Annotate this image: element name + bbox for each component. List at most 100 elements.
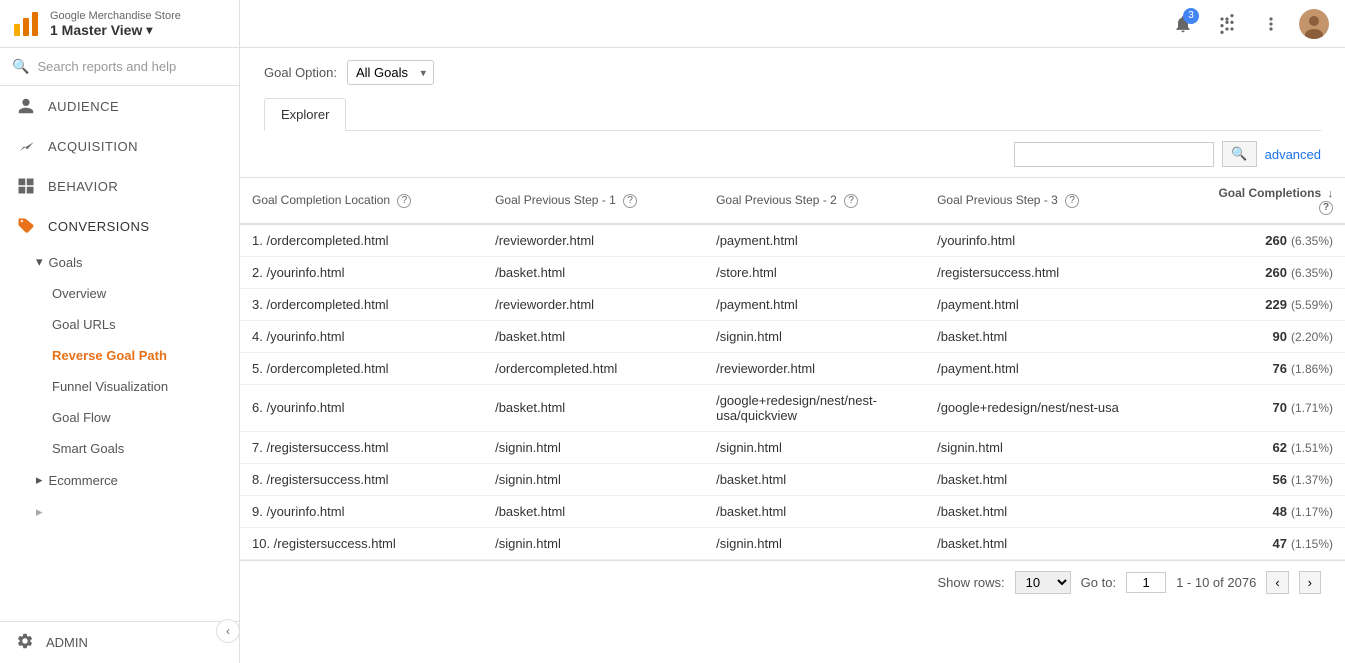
sidebar-item-behavior[interactable]: BEHAVIOR (0, 166, 239, 206)
table-cell[interactable]: /signin.html (483, 463, 704, 495)
table-cell[interactable]: /yourinfo.html (925, 224, 1168, 257)
table-cell[interactable]: 5. /ordercompleted.html (240, 352, 483, 384)
table-row: 7. /registersuccess.html/signin.html/sig… (240, 431, 1345, 463)
nav-goal-urls[interactable]: Goal URLs (0, 309, 239, 340)
sidebar-item-acquisition[interactable]: ACQUISITION (0, 126, 239, 166)
nav-reverse-goal-path[interactable]: Reverse Goal Path (0, 340, 239, 371)
table-cell[interactable]: /signin.html (704, 527, 925, 559)
table-cell[interactable]: /payment.html (925, 288, 1168, 320)
table-search-input[interactable] (1014, 142, 1214, 167)
table-cell[interactable]: /basket.html (925, 320, 1168, 352)
multi-channel-group[interactable]: ▸ (0, 496, 239, 528)
table-cell[interactable]: 1. /ordercompleted.html (240, 224, 483, 257)
table-cell: 229(5.59%) (1168, 288, 1345, 320)
sidebar-item-admin[interactable]: ADMIN (0, 622, 239, 663)
account-name: Google Merchandise Store (50, 10, 181, 22)
table-cell[interactable]: /basket.html (704, 495, 925, 527)
help-icon-col4[interactable]: ? (1319, 201, 1333, 215)
goal-select-wrapper: All Goals (347, 60, 434, 85)
help-icon-col1[interactable]: ? (623, 194, 637, 208)
table-cell[interactable]: /store.html (704, 256, 925, 288)
table-cell[interactable]: /revieworder.html (483, 288, 704, 320)
table-cell[interactable]: /signin.html (704, 320, 925, 352)
notification-badge: 3 (1183, 8, 1199, 24)
table-cell[interactable]: 10. /registersuccess.html (240, 527, 483, 559)
help-icon-col3[interactable]: ? (1065, 194, 1079, 208)
table-cell[interactable]: 3. /ordercompleted.html (240, 288, 483, 320)
table-cell[interactable]: /basket.html (483, 320, 704, 352)
dropdown-arrow-icon[interactable]: ▾ (146, 23, 152, 37)
apps-button[interactable] (1211, 8, 1243, 40)
table-cell[interactable]: /revieworder.html (704, 352, 925, 384)
next-page-button[interactable]: › (1299, 571, 1321, 594)
prev-page-button[interactable]: ‹ (1266, 571, 1288, 594)
table-cell[interactable]: /basket.html (483, 384, 704, 431)
table-cell[interactable]: /payment.html (925, 352, 1168, 384)
collapse-sidebar-button[interactable]: ‹ (216, 619, 240, 643)
nav-funnel-visualization[interactable]: Funnel Visualization (0, 371, 239, 402)
table-cell[interactable]: /signin.html (925, 431, 1168, 463)
nav-goal-flow[interactable]: Goal Flow (0, 402, 239, 433)
goto-label: Go to: (1081, 575, 1116, 590)
table-cell[interactable]: /payment.html (704, 224, 925, 257)
goal-option-label: Goal Option: (264, 65, 337, 80)
col-header-completions[interactable]: Goal Completions ↓ ? (1168, 178, 1345, 224)
table-cell[interactable]: /payment.html (704, 288, 925, 320)
rows-per-page-select[interactable]: 10 25 50 100 (1015, 571, 1071, 594)
account-header: Google Merchandise Store 1 Master View ▾ (0, 0, 239, 48)
nav-section: AUDIENCE ACQUISITION BEHAVIOR CONVERSION… (0, 86, 239, 528)
table-cell[interactable]: /revieworder.html (483, 224, 704, 257)
goal-select[interactable]: All Goals (347, 60, 434, 85)
collapse-icon: ▾ (36, 254, 43, 270)
table-row: 6. /yourinfo.html/basket.html/google+red… (240, 384, 1345, 431)
table-cell[interactable]: /basket.html (925, 495, 1168, 527)
sidebar-item-conversions[interactable]: CONVERSIONS (0, 206, 239, 246)
table-cell[interactable]: 6. /yourinfo.html (240, 384, 483, 431)
advanced-link[interactable]: advanced (1265, 147, 1321, 162)
table-cell[interactable]: 2. /yourinfo.html (240, 256, 483, 288)
table-cell[interactable]: /google+redesign/nest/nest-usa/quickview (704, 384, 925, 431)
goals-group[interactable]: ▾ Goals (0, 246, 239, 278)
goals-submenu: ▾ Goals Overview Goal URLs Reverse Goal … (0, 246, 239, 464)
table-footer: Show rows: 10 25 50 100 Go to: 1 1 - 10 … (240, 560, 1345, 604)
table-cell[interactable]: 8. /registersuccess.html (240, 463, 483, 495)
sidebar: Google Merchandise Store 1 Master View ▾… (0, 0, 240, 663)
search-label: Search reports and help (37, 59, 176, 74)
user-avatar[interactable] (1299, 9, 1329, 39)
table-cell: 47(1.15%) (1168, 527, 1345, 559)
table-cell[interactable]: 4. /yourinfo.html (240, 320, 483, 352)
table-cell[interactable]: /basket.html (483, 256, 704, 288)
table-cell[interactable]: /basket.html (483, 495, 704, 527)
goto-input[interactable]: 1 (1126, 572, 1166, 593)
table-cell[interactable]: 9. /yourinfo.html (240, 495, 483, 527)
table-cell[interactable]: /basket.html (704, 463, 925, 495)
table-cell[interactable]: /google+redesign/nest/nest-usa (925, 384, 1168, 431)
behavior-icon (16, 176, 36, 196)
table-cell[interactable]: /basket.html (925, 527, 1168, 559)
table-cell[interactable]: 7. /registersuccess.html (240, 431, 483, 463)
tab-explorer[interactable]: Explorer (264, 98, 346, 131)
table-toolbar: 🔍 advanced (240, 131, 1345, 177)
notification-button[interactable]: 3 (1167, 8, 1199, 40)
goal-option-row: Goal Option: All Goals (264, 60, 1321, 85)
table-cell[interactable]: /registersuccess.html (925, 256, 1168, 288)
help-icon-col0[interactable]: ? (397, 194, 411, 208)
nav-overview[interactable]: Overview (0, 278, 239, 309)
more-options-button[interactable] (1255, 8, 1287, 40)
nav-smart-goals[interactable]: Smart Goals (0, 433, 239, 464)
table-cell: 62(1.51%) (1168, 431, 1345, 463)
sidebar-bottom: ADMIN (0, 621, 239, 663)
table-cell[interactable]: /ordercompleted.html (483, 352, 704, 384)
ecommerce-group[interactable]: ▸ Ecommerce (0, 464, 239, 496)
search-icon: 🔍 (1231, 146, 1247, 161)
table-row: 8. /registersuccess.html/signin.html/bas… (240, 463, 1345, 495)
table-cell[interactable]: /basket.html (925, 463, 1168, 495)
table-cell[interactable]: /signin.html (704, 431, 925, 463)
table-search-button[interactable]: 🔍 (1222, 141, 1256, 167)
help-icon-col2[interactable]: ? (844, 194, 858, 208)
search-area[interactable]: 🔍 Search reports and help (0, 48, 239, 86)
table-cell[interactable]: /signin.html (483, 431, 704, 463)
audience-label: AUDIENCE (48, 99, 119, 114)
sidebar-item-audience[interactable]: AUDIENCE (0, 86, 239, 126)
table-cell[interactable]: /signin.html (483, 527, 704, 559)
